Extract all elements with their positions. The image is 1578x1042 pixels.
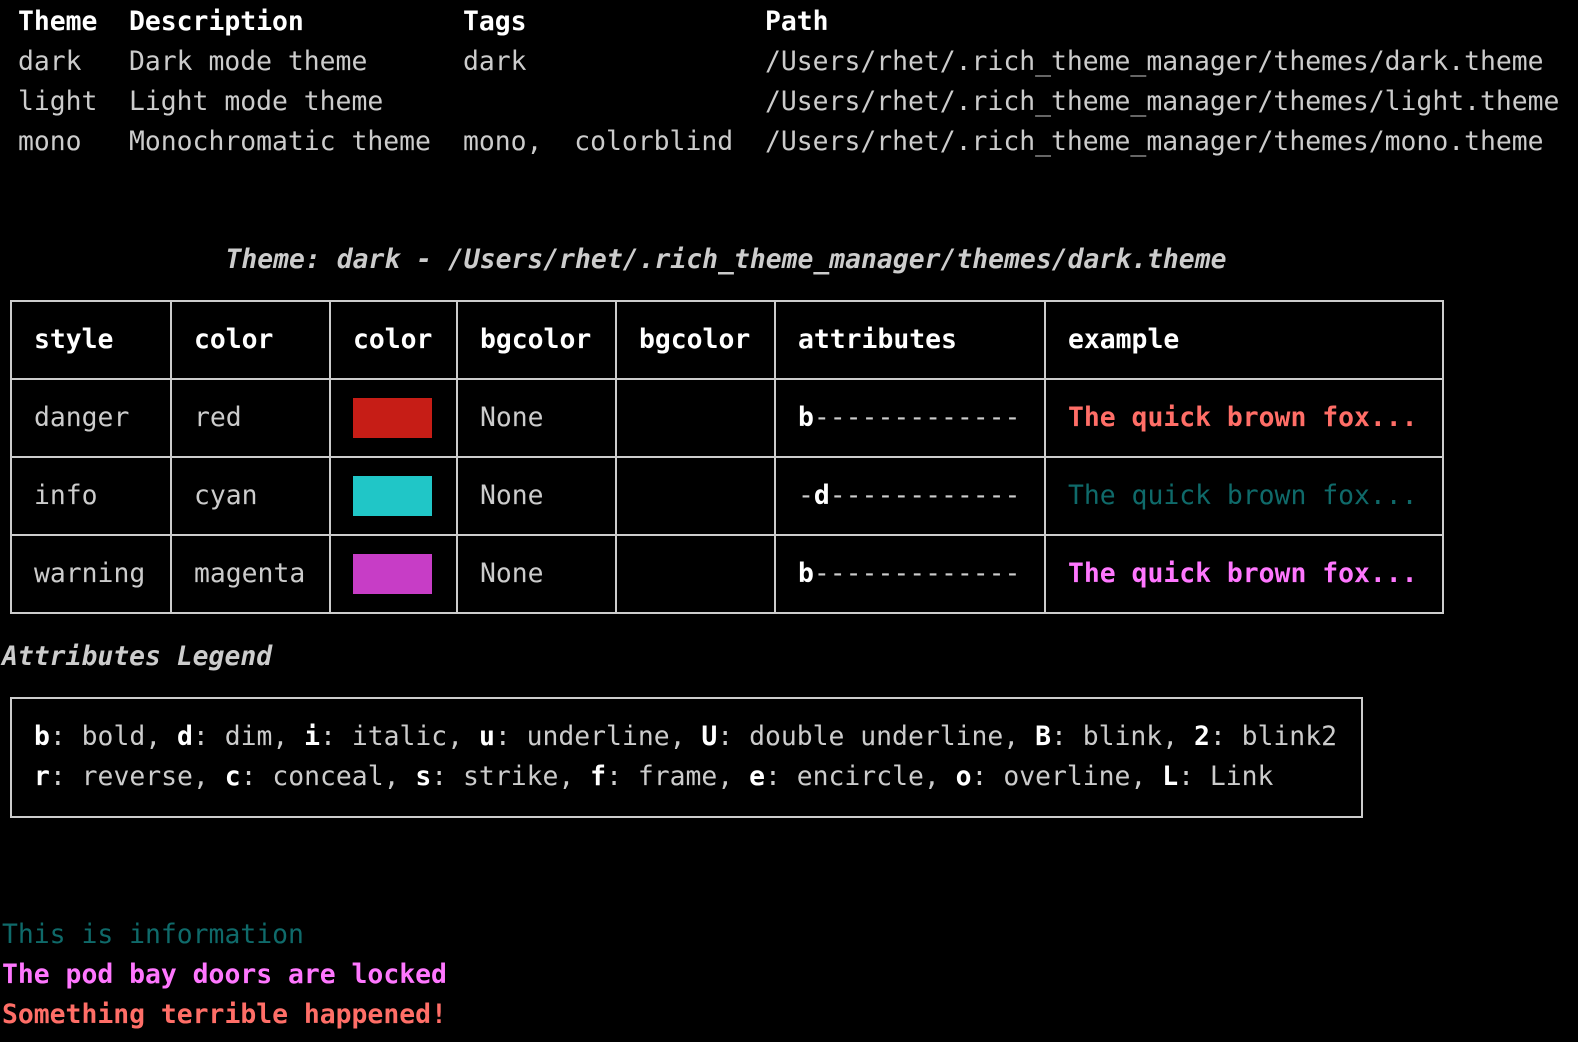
col-example: example: [1044, 300, 1444, 380]
col-bgcolor: bgcolor: [456, 300, 617, 380]
col-color-swatch: color: [329, 300, 458, 380]
legend-value: reverse: [81, 761, 193, 792]
legend-title: Attributes Legend: [2, 641, 273, 672]
bgcolor-swatch-cell: [615, 456, 776, 536]
header-path: Path: [765, 6, 829, 37]
style-example: The quick brown fox...: [1044, 534, 1444, 614]
style-row: warning magenta None b------------- The quic…: [10, 534, 1444, 614]
style-bgcolor: None: [456, 456, 617, 536]
theme-path: /Users/rhet/.rich_theme_manager/themes/d…: [765, 46, 1544, 77]
col-attributes: attributes: [774, 300, 1046, 380]
style-attributes: -d------------: [774, 456, 1046, 536]
attr-post: ------------: [829, 480, 1021, 511]
legend-key: d: [177, 721, 193, 752]
legend-value: encircle: [796, 761, 924, 792]
legend-value: overline: [1003, 761, 1131, 792]
color-swatch-cell: [329, 456, 458, 536]
console-message: The pod bay doors are locked: [2, 959, 447, 990]
console-message: Something terrible happened!: [2, 999, 447, 1030]
attr-flag: b: [798, 558, 814, 589]
legend-value: conceal: [272, 761, 384, 792]
legend-key: r: [34, 761, 50, 792]
style-color: red: [170, 378, 331, 458]
theme-description: Light mode theme: [129, 86, 384, 117]
legend-key: c: [224, 761, 241, 792]
style-attributes: b-------------: [774, 534, 1046, 614]
color-swatch: [353, 554, 432, 595]
style-table-header: style color color bgcolor bgcolor attrib…: [10, 300, 1444, 380]
bgcolor-swatch-cell: [615, 534, 776, 614]
theme-tags: mono, colorblind: [463, 126, 734, 157]
legend-key: B: [1035, 721, 1051, 752]
style-example: The quick brown fox...: [1044, 456, 1444, 536]
attr-pre: -: [798, 480, 814, 511]
legend-value: bold: [81, 721, 146, 752]
header-theme: Theme: [18, 6, 98, 37]
legend-value: dim: [224, 721, 273, 752]
legend-value: Link: [1209, 761, 1274, 792]
legend-line: r: reverse, c: conceal, s: strike, f: fr…: [34, 761, 1274, 792]
color-swatch-cell: [329, 378, 458, 458]
console-message: This is information: [2, 919, 304, 950]
style-color: cyan: [170, 456, 331, 536]
legend-key: f: [590, 761, 607, 792]
style-name: danger: [10, 378, 172, 458]
style-row: info cyan None -d------------ The quick brow…: [10, 456, 1444, 536]
color-swatch: [353, 476, 432, 517]
theme-theme: mono: [18, 126, 82, 157]
theme-path: /Users/rhet/.rich_theme_manager/themes/l…: [765, 86, 1560, 117]
theme-path: /Users/rhet/.rich_theme_manager/themes/m…: [765, 126, 1544, 157]
legend-value: blink2: [1241, 721, 1337, 752]
legend-value: double underline: [749, 721, 1004, 752]
col-bgcolor-swatch: bgcolor: [615, 300, 776, 380]
legend-key: i: [304, 721, 321, 752]
legend-key: U: [701, 721, 718, 752]
style-example: The quick brown fox...: [1044, 378, 1444, 458]
style-attributes: b-------------: [774, 378, 1046, 458]
theme-description: Monochromatic theme: [129, 126, 431, 157]
style-row: danger red None b------------- The quick bro…: [10, 378, 1444, 458]
attr-post: -------------: [813, 402, 1021, 433]
legend-key: L: [1162, 761, 1179, 792]
theme-description: Dark mode theme: [129, 46, 368, 77]
legend-key: e: [749, 761, 765, 792]
header-tags: Tags: [463, 6, 527, 37]
legend-key: o: [955, 761, 972, 792]
legend-value: strike: [463, 761, 559, 792]
theme-tags: dark: [463, 46, 527, 77]
legend-key: 2: [1193, 721, 1210, 752]
legend-value: blink: [1082, 721, 1163, 752]
attr-post: -------------: [813, 558, 1021, 589]
col-style: style: [10, 300, 172, 380]
attr-flag: d: [813, 480, 830, 511]
theme-theme: dark: [18, 46, 82, 77]
legend-value: underline: [526, 721, 670, 752]
theme-theme: light: [18, 86, 98, 117]
attributes-legend: b: bold, d: dim, i: italic, u: underline…: [10, 697, 1363, 818]
legend-value: frame: [637, 761, 718, 792]
theme-title: Theme: dark - /Users/rhet/.rich_theme_ma…: [225, 244, 1227, 275]
header-description: Description: [129, 6, 304, 37]
legend-value: italic: [351, 721, 448, 752]
attr-flag: b: [798, 402, 814, 433]
style-name: info: [10, 456, 172, 536]
style-table: style color color bgcolor bgcolor attrib…: [10, 300, 1444, 614]
legend-line: b: bold, d: dim, i: italic, u: underline…: [34, 721, 1337, 752]
style-color: magenta: [170, 534, 331, 614]
legend-key: u: [478, 721, 495, 752]
color-swatch: [353, 398, 432, 439]
legend-key: b: [34, 721, 50, 752]
style-name: warning: [10, 534, 172, 614]
legend-key: s: [415, 761, 432, 792]
col-color: color: [170, 300, 331, 380]
style-bgcolor: None: [456, 378, 617, 458]
style-bgcolor: None: [456, 534, 617, 614]
color-swatch-cell: [329, 534, 458, 614]
bgcolor-swatch-cell: [615, 378, 776, 458]
